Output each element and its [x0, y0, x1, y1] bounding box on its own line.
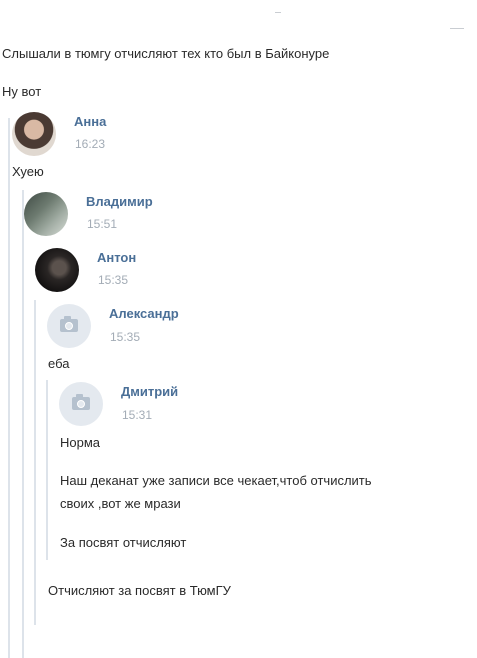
thread-line-level-2	[22, 190, 24, 658]
message-text-anna: Хуею	[12, 164, 44, 179]
thread-line-level-3	[34, 300, 36, 625]
author-name-dmitriy[interactable]: Дмитрий	[121, 384, 178, 400]
author-name-vladimir[interactable]: Владимир	[86, 194, 153, 210]
camera-icon	[72, 394, 90, 410]
thread-line-level-1	[8, 118, 10, 658]
author-name-anna[interactable]: Анна	[74, 114, 106, 130]
avatar-aleksandr[interactable]	[47, 304, 91, 348]
timestamp-aleksandr: 15:35	[110, 330, 141, 344]
author-name-aleksandr[interactable]: Александр	[109, 306, 179, 322]
message-text-dmitriy-4: За посвят отчисляют	[60, 535, 187, 550]
top-divider-left	[275, 12, 281, 13]
avatar-anton[interactable]	[35, 248, 79, 292]
timestamp-anna: 16:23	[75, 137, 106, 151]
message-text-reply: Ну вот	[2, 84, 42, 99]
thread-line-level-4	[46, 380, 48, 560]
camera-icon	[60, 316, 78, 332]
avatar-dmitriy[interactable]	[59, 382, 103, 426]
message-text-bottom: Отчисляют за посвят в ТюмГУ	[48, 583, 231, 598]
message-text-dmitriy-2: Наш деканат уже записи все чекает,чтоб о…	[60, 473, 372, 488]
message-text-top: Слышали в тюмгу отчисляют тех кто был в …	[2, 46, 330, 61]
avatar-vladimir[interactable]	[24, 192, 68, 236]
author-name-anton[interactable]: Антон	[97, 250, 136, 266]
timestamp-anton: 15:35	[98, 273, 129, 287]
message-text-aleksandr: еба	[48, 356, 70, 371]
avatar-anna[interactable]	[12, 112, 56, 156]
message-text-dmitriy-3: своих ,вот же мрази	[60, 496, 181, 511]
top-divider-right	[450, 28, 464, 29]
timestamp-dmitriy: 15:31	[122, 408, 153, 422]
timestamp-vladimir: 15:51	[87, 217, 118, 231]
message-text-dmitriy-1: Норма	[60, 435, 101, 450]
